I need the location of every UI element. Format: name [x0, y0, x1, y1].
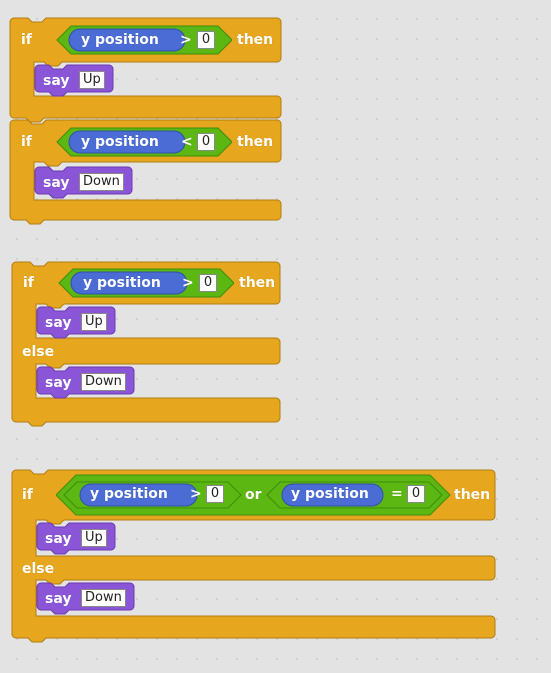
say-keyword: say [45, 531, 72, 547]
value-input[interactable]: 0 [407, 485, 425, 503]
or-keyword: or [245, 487, 262, 503]
if-else-block-2[interactable] [0, 0, 551, 673]
say-keyword: say [45, 591, 72, 607]
operator-symbol: > [190, 486, 202, 502]
say-message-input[interactable]: Down [81, 589, 126, 607]
operator-symbol: = [391, 486, 403, 502]
if-keyword: if [22, 487, 33, 503]
else-keyword: else [22, 561, 55, 577]
value-input[interactable]: 0 [206, 485, 224, 503]
then-keyword: then [454, 487, 491, 503]
say-message-input[interactable]: Up [81, 529, 107, 547]
y-position-label: y position [90, 486, 168, 502]
y-position-label: y position [291, 486, 369, 502]
